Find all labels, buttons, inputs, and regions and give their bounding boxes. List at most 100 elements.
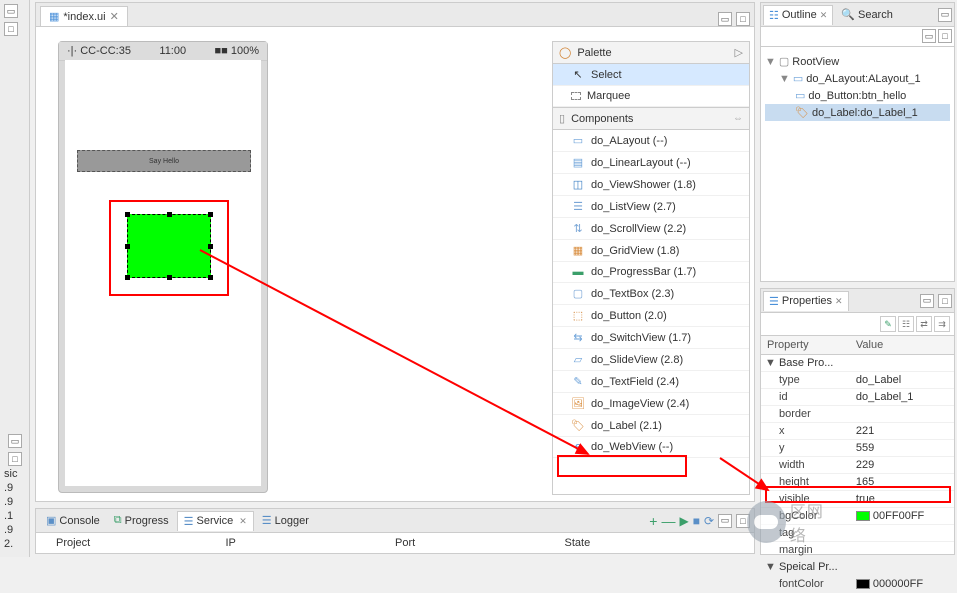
filter-icon[interactable]: ⇄: [916, 316, 932, 332]
new-prop-icon[interactable]: ✎: [880, 316, 896, 332]
editor-tab-index[interactable]: ▦ *index.ui ✕: [40, 6, 128, 26]
annotation-box-2: [557, 455, 687, 477]
palette-section-components[interactable]: ▯ Components ⇔: [553, 107, 749, 130]
tab-properties[interactable]: ☰ Properties ✕: [763, 291, 849, 311]
palette-item[interactable]: ▬do_ProgressBar (1.7): [553, 262, 749, 283]
canvas-button-widget[interactable]: Say Hello: [77, 150, 251, 172]
palette-item[interactable]: ▭do_ALayout (--): [553, 130, 749, 152]
tree-label[interactable]: 🏷 do_Label:do_Label_1: [765, 104, 950, 121]
resize-handle[interactable]: [208, 244, 213, 249]
resize-handle[interactable]: [167, 275, 172, 280]
palette-item[interactable]: ⇆do_SwitchView (1.7): [553, 327, 749, 349]
maximize-icon[interactable]: □: [736, 514, 750, 528]
col-port[interactable]: Port: [395, 537, 565, 549]
resize-handle[interactable]: [125, 212, 130, 217]
gridview-icon: ▦: [571, 244, 585, 257]
prop-value[interactable]: [850, 525, 954, 542]
bottom-panel: ▣Console ⧉Progress ☰Service✕ ☰Logger + —…: [35, 508, 755, 554]
restore-icon-2[interactable]: □: [8, 452, 22, 466]
palette-item[interactable]: ✎do_TextField (2.4): [553, 371, 749, 393]
minimize-icon-2[interactable]: ▭: [8, 434, 22, 448]
minimize-icon[interactable]: ▭: [922, 29, 936, 43]
tree-button[interactable]: ▭ do_Button:btn_hello: [765, 87, 950, 104]
palette-item[interactable]: ◫do_ViewShower (1.8): [553, 174, 749, 196]
tab-outline[interactable]: ☷ Outline ✕: [763, 5, 833, 25]
tab-logger[interactable]: ☰Logger: [256, 511, 315, 530]
add-icon[interactable]: +: [649, 513, 657, 529]
resize-handle[interactable]: [125, 244, 130, 249]
col-state[interactable]: State: [565, 537, 735, 549]
palette-header[interactable]: ◯ Palette ▷: [553, 42, 749, 64]
palette-item[interactable]: 🖼do_ImageView (2.4): [553, 393, 749, 415]
minimize-icon[interactable]: ▭: [938, 8, 952, 22]
refresh-icon[interactable]: ⟳: [704, 514, 714, 528]
maximize-icon[interactable]: □: [938, 294, 952, 308]
properties-table[interactable]: PropertyValue ▼ Base Pro... typedo_Label…: [761, 336, 954, 593]
prop-value[interactable]: 165: [850, 474, 954, 491]
col-property: Property: [761, 336, 850, 355]
prop-value[interactable]: true: [850, 491, 954, 508]
minimize-icon[interactable]: ▭: [718, 12, 732, 26]
close-icon[interactable]: ✕: [835, 296, 843, 307]
device-screen[interactable]: Say Hello: [65, 60, 261, 486]
prop-value[interactable]: 221: [850, 423, 954, 440]
palette-item[interactable]: ▱do_SlideView (2.8): [553, 349, 749, 371]
palette-tool-select[interactable]: ↖ Select: [553, 64, 749, 86]
tree-root[interactable]: ▼ ▢ RootView: [765, 53, 950, 70]
minimize-icon[interactable]: ▭: [4, 4, 18, 18]
resize-handle[interactable]: [167, 212, 172, 217]
tab-progress[interactable]: ⧉Progress: [108, 511, 175, 530]
tab-console[interactable]: ▣Console: [40, 511, 106, 530]
prop-row: border: [761, 406, 954, 423]
group-special[interactable]: ▼ Speical Pr...: [761, 559, 954, 576]
col-ip[interactable]: IP: [226, 537, 396, 549]
close-icon[interactable]: ✕: [820, 10, 828, 21]
resize-handle[interactable]: [208, 212, 213, 217]
palette-item[interactable]: edo_WebView (--): [553, 437, 749, 458]
left-dock: ▭ □ ▭ □ sic .9 .9 .1 .9 2.: [0, 0, 30, 557]
editor-canvas[interactable]: ·|· CC-CC:35 11:00 ■■ 100% Say Hello: [36, 27, 754, 501]
palette-item[interactable]: ⬚do_Button (2.0): [553, 305, 749, 327]
prop-value[interactable]: do_Label_1: [850, 389, 954, 406]
resize-handle[interactable]: [125, 275, 130, 280]
group-base[interactable]: ▼ Base Pro...: [761, 355, 954, 372]
prop-value[interactable]: do_Label: [850, 372, 954, 389]
prop-value[interactable]: 00FF00FF: [850, 508, 954, 525]
editor-tab-label: *index.ui: [63, 11, 105, 23]
tab-search[interactable]: 🔍 Search: [835, 4, 899, 25]
close-icon[interactable]: ✕: [110, 10, 119, 23]
prop-value[interactable]: 559: [850, 440, 954, 457]
maximize-icon[interactable]: □: [938, 29, 952, 43]
tab-service[interactable]: ☰Service✕: [177, 511, 254, 531]
resize-handle[interactable]: [208, 275, 213, 280]
stop-icon[interactable]: ■: [693, 514, 700, 528]
expand-icon[interactable]: ▼: [765, 56, 776, 68]
col-project[interactable]: Project: [56, 537, 226, 549]
palette-item[interactable]: ▢do_TextBox (2.3): [553, 283, 749, 305]
palette-item-label[interactable]: 🏷do_Label (2.1): [553, 415, 749, 437]
run-icon[interactable]: ▶: [679, 514, 688, 528]
prop-value[interactable]: 000000FF: [850, 576, 954, 593]
minimize-icon[interactable]: ▭: [920, 294, 934, 308]
filter2-icon[interactable]: ⇉: [934, 316, 950, 332]
expand-icon[interactable]: ▼: [779, 73, 790, 85]
maximize-icon[interactable]: □: [736, 12, 750, 26]
tree-mode-icon[interactable]: ☷: [898, 316, 914, 332]
palette-item[interactable]: ▤do_LinearLayout (--): [553, 152, 749, 174]
prop-value[interactable]: [850, 542, 954, 559]
restore-icon[interactable]: □: [4, 22, 18, 36]
chevron-right-icon[interactable]: ▷: [735, 46, 743, 59]
pin-icon[interactable]: ⇔: [733, 113, 743, 124]
palette-item[interactable]: ⇅do_ScrollView (2.2): [553, 218, 749, 240]
palette-item[interactable]: ☰do_ListView (2.7): [553, 196, 749, 218]
minimize-icon[interactable]: ▭: [718, 514, 732, 528]
tree-layout[interactable]: ▼ ▭ do_ALayout:ALayout_1: [765, 70, 950, 87]
palette-tool-marquee[interactable]: Marquee: [553, 86, 749, 107]
close-icon[interactable]: ✕: [239, 516, 247, 527]
outline-tree[interactable]: ▼ ▢ RootView ▼ ▭ do_ALayout:ALayout_1 ▭ …: [761, 47, 954, 127]
palette-item[interactable]: ▦do_GridView (1.8): [553, 240, 749, 262]
canvas-label-widget[interactable]: [127, 214, 211, 278]
prop-value[interactable]: 229: [850, 457, 954, 474]
prop-value[interactable]: [850, 406, 954, 423]
remove-icon[interactable]: —: [661, 513, 675, 529]
